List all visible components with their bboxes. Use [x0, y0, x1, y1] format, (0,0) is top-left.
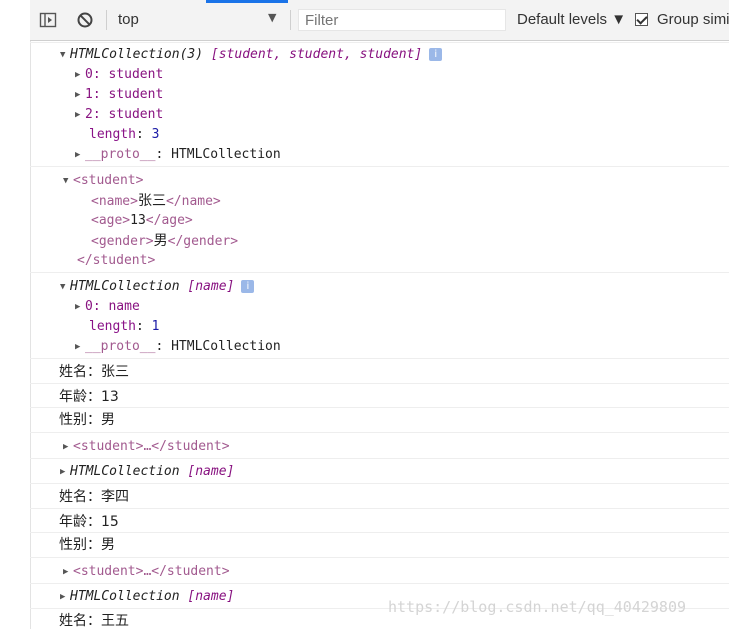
filter-input[interactable]	[298, 9, 506, 31]
expand-triangle-icon[interactable]: ▶	[60, 462, 70, 482]
collection-header[interactable]: ▼ HTMLCollection(3) [student, student, st…	[60, 45, 443, 65]
clear-console-icon[interactable]	[76, 11, 94, 29]
console-message: ▼ <student> <name>张三</name> <age>13</age>…	[30, 166, 729, 273]
console-message: 性别：男	[30, 532, 729, 558]
collapsed-element[interactable]: ▶ <student>…</student>	[63, 437, 230, 457]
element-gender-line[interactable]: <gender>男</gender>	[91, 231, 238, 251]
watermark-text: https://blog.csdn.net/qq_40429809	[388, 598, 687, 616]
show-sidebar-icon[interactable]	[39, 11, 57, 29]
expand-triangle-icon[interactable]: ▶	[75, 65, 85, 85]
console-message: ▶ HTMLCollection [name]	[30, 458, 729, 484]
expand-triangle-icon[interactable]: ▶	[63, 562, 73, 582]
info-icon[interactable]: i	[241, 280, 255, 293]
expand-triangle-icon[interactable]: ▼	[60, 277, 70, 297]
collection-header[interactable]: ▼ HTMLCollection [name] i	[60, 277, 255, 297]
console-toolbar: top ▼ Default levels ▼ Group simi	[30, 0, 729, 41]
toolbar-separator	[290, 10, 291, 30]
left-gutter	[0, 0, 31, 629]
collection-proto[interactable]: ▶ __proto__: HTMLCollection	[75, 337, 281, 357]
console-message: 姓名：李四	[30, 483, 729, 509]
context-selector[interactable]: top	[118, 11, 139, 28]
expand-triangle-icon[interactable]: ▶	[75, 145, 85, 165]
collection-length: length: 1	[89, 319, 160, 334]
collection-item[interactable]: ▶ 0: name	[75, 297, 140, 317]
group-similar-label[interactable]: Group simi	[657, 11, 729, 28]
expand-triangle-icon[interactable]: ▶	[60, 587, 70, 607]
collapsed-element[interactable]: ▶ <student>…</student>	[63, 562, 230, 582]
log-levels-dropdown[interactable]: Default levels ▼	[517, 11, 626, 28]
expand-triangle-icon[interactable]: ▼	[63, 171, 73, 191]
collection-proto[interactable]: ▶ __proto__: HTMLCollection	[75, 145, 281, 165]
expand-triangle-icon[interactable]: ▶	[75, 85, 85, 105]
collection-item[interactable]: ▶ 2: student	[75, 105, 163, 125]
expand-triangle-icon[interactable]: ▶	[75, 297, 85, 317]
collection-item[interactable]: ▶ 1: student	[75, 85, 163, 105]
collapsed-collection[interactable]: ▶ HTMLCollection [name]	[60, 587, 234, 607]
console-message: 性别：男	[30, 407, 729, 433]
element-age-line[interactable]: <age>13</age>	[91, 211, 193, 231]
collection-length: length: 3	[89, 127, 160, 142]
log-text: 姓名：李四	[59, 489, 129, 505]
console-message: ▶ <student>…</student>	[30, 432, 729, 459]
log-text: 性别：男	[59, 412, 115, 428]
collection-item[interactable]: ▶ 0: student	[75, 65, 163, 85]
console-message: ▶ <student>…</student>	[30, 557, 729, 584]
element-close-tag[interactable]: </student>	[77, 251, 155, 271]
log-text: 性别：男	[59, 537, 115, 553]
element-open-tag[interactable]: ▼ <student>	[63, 171, 143, 191]
expand-triangle-icon[interactable]: ▶	[75, 337, 85, 357]
console-panel: top ▼ Default levels ▼ Group simi ▼HTMLC…	[30, 0, 729, 629]
console-message: ▼ HTMLCollection(3) [student, student, st…	[30, 42, 729, 167]
chevron-down-icon[interactable]: ▼	[268, 11, 276, 24]
group-similar-checkbox[interactable]	[635, 13, 648, 26]
collapsed-collection[interactable]: ▶ HTMLCollection [name]	[60, 462, 234, 482]
log-text: 姓名：王五	[59, 613, 129, 629]
toolbar-separator	[106, 10, 107, 30]
console-message: 年龄：13	[30, 383, 729, 408]
expand-triangle-icon[interactable]: ▶	[63, 437, 73, 457]
active-tab-indicator	[206, 0, 288, 3]
log-text: 姓名：张三	[59, 364, 129, 380]
console-message: 年龄：15	[30, 508, 729, 533]
console-message: ▼ HTMLCollection [name] i ▶ 0: name length:…	[30, 272, 729, 359]
console-message: 姓名：张三	[30, 358, 729, 384]
expand-triangle-icon[interactable]: ▶	[75, 105, 85, 125]
info-icon[interactable]: i	[429, 48, 443, 61]
log-text: 年龄：13	[59, 389, 119, 405]
log-text: 年龄：15	[59, 514, 119, 530]
expand-triangle-icon[interactable]: ▼	[60, 45, 70, 65]
element-name-line[interactable]: <name>张三</name>	[91, 191, 221, 211]
